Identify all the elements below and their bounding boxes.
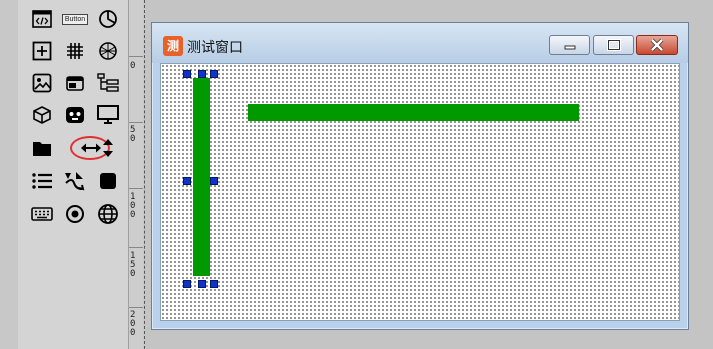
monitor-icon[interactable]	[92, 100, 124, 130]
resize-handle[interactable]	[198, 280, 206, 288]
horizontal-bar[interactable]	[248, 104, 579, 121]
window-titlebar[interactable]: 测 测试窗口	[152, 23, 688, 63]
app-icon: 测	[163, 36, 183, 56]
resize-handle[interactable]	[210, 70, 218, 78]
square-icon[interactable]	[92, 166, 124, 196]
maximize-icon	[606, 39, 621, 51]
button-icon[interactable]: Button	[59, 4, 91, 34]
ruler-label: 100	[130, 192, 136, 220]
resize-handle[interactable]	[198, 70, 206, 78]
window-icon[interactable]	[59, 68, 91, 98]
vertical-bar[interactable]	[193, 78, 210, 276]
pie-chart-icon[interactable]	[92, 4, 124, 34]
resize-handle[interactable]	[183, 177, 191, 185]
sphere-icon[interactable]	[92, 36, 124, 66]
close-button[interactable]	[636, 35, 678, 55]
plus-box-icon[interactable]	[26, 36, 58, 66]
ruler-label: 150	[130, 251, 136, 279]
minimize-icon	[564, 45, 575, 50]
tree-icon[interactable]	[92, 68, 124, 98]
grid-icon[interactable]	[59, 36, 91, 66]
ruler-label: 50	[130, 125, 136, 144]
ruler-label: 0	[130, 61, 136, 71]
resize-handle[interactable]	[183, 280, 191, 288]
close-icon	[650, 38, 664, 52]
vertical-ruler: 0 50 100 150 200	[128, 0, 143, 349]
globe-icon[interactable]	[92, 199, 124, 229]
app-icon-glyph: 测	[166, 39, 179, 53]
resize-handle[interactable]	[183, 70, 191, 78]
toolbox-panel: Button	[18, 0, 128, 349]
radio-icon[interactable]	[59, 199, 91, 229]
image-icon[interactable]	[26, 68, 58, 98]
form-window[interactable]: 测 测试窗口	[151, 22, 689, 330]
form-client-area[interactable]	[160, 63, 680, 321]
maximize-button[interactable]	[593, 35, 634, 55]
button-icon-caption: Button	[61, 13, 89, 25]
shapes-icon[interactable]	[59, 166, 91, 196]
resize-handle[interactable]	[210, 280, 218, 288]
minimize-button[interactable]	[549, 35, 590, 55]
html-tag-icon[interactable]	[26, 4, 58, 34]
cube-icon[interactable]	[26, 100, 58, 130]
window-title: 测试窗口	[187, 40, 243, 56]
ruler-label: 200	[130, 310, 136, 338]
list-icon[interactable]	[26, 166, 58, 196]
keyboard-icon[interactable]	[26, 199, 58, 229]
folder-icon[interactable]	[26, 133, 58, 163]
robot-face-icon[interactable]	[59, 100, 91, 130]
vertical-resize-icon[interactable]	[92, 133, 124, 163]
resize-handle[interactable]	[210, 177, 218, 185]
